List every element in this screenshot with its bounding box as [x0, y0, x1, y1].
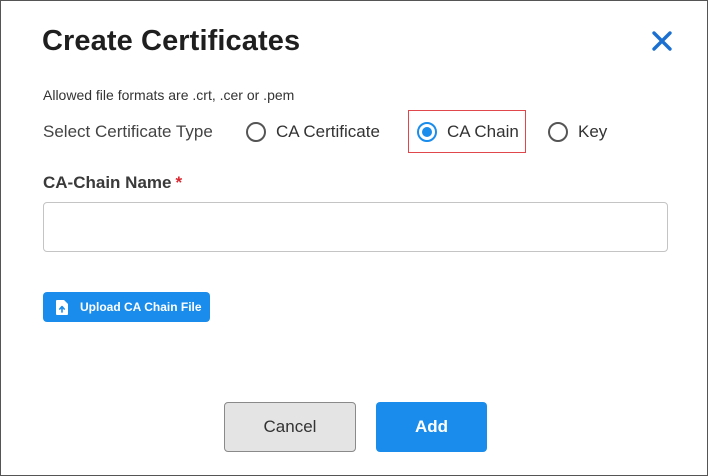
radio-label: Key — [578, 122, 608, 141]
ca-chain-name-label-text: CA-Chain Name — [43, 173, 172, 192]
allowed-formats-note: Allowed file formats are .crt, .cer or .… — [43, 87, 295, 103]
radio-label: CA Chain — [447, 121, 519, 141]
radio-label: CA Certificate — [276, 122, 380, 141]
certificate-type-radio-group: CA Certificate CA Chain Key — [1, 110, 708, 153]
radio-key[interactable]: Key — [548, 112, 607, 152]
cancel-button[interactable]: Cancel — [224, 402, 356, 452]
add-button[interactable]: Add — [376, 402, 487, 452]
close-icon — [652, 31, 672, 51]
upload-button-label: Upload CA Chain File — [80, 300, 202, 314]
radio-ca-certificate[interactable]: CA Certificate — [246, 112, 380, 152]
radio-circle[interactable] — [246, 122, 266, 142]
ca-chain-name-input[interactable] — [43, 202, 668, 252]
radio-circle-selected[interactable] — [417, 121, 437, 142]
create-certificates-dialog: Create Certificates Allowed file formats… — [0, 0, 708, 476]
radio-ca-chain[interactable]: CA Chain — [408, 110, 526, 153]
ca-chain-name-label: CA-Chain Name * — [43, 173, 182, 193]
radio-circle[interactable] — [548, 122, 568, 142]
required-marker: * — [175, 173, 183, 192]
dialog-title: Create Certificates — [42, 25, 301, 57]
close-button[interactable] — [649, 28, 675, 54]
upload-ca-chain-file-button[interactable]: Upload CA Chain File — [43, 292, 210, 322]
file-upload-icon — [56, 299, 68, 315]
